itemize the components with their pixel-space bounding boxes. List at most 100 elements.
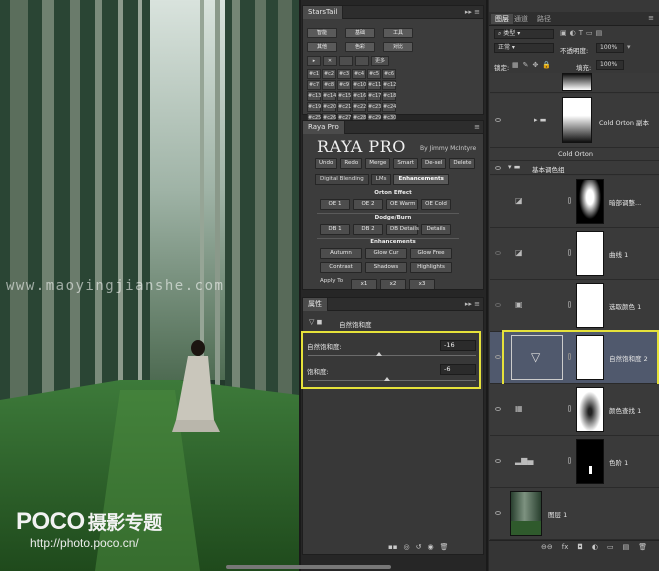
adjustment-icon[interactable]: ◐ — [592, 543, 598, 551]
panel-menu-icon[interactable]: ▸▸ ≡ — [465, 8, 480, 16]
vibrance-slider-thumb[interactable] — [375, 352, 382, 356]
saturation-slider-track[interactable] — [308, 380, 476, 381]
st-grid-button[interactable]: #c5 — [367, 69, 381, 79]
st-grid-button[interactable]: #c2 — [322, 69, 336, 79]
filter-icons[interactable]: ▣◐T▭▤ — [560, 29, 605, 37]
apply-x2-button[interactable]: x2 — [380, 279, 406, 289]
oe2-button[interactable]: OE 2 — [353, 199, 383, 210]
mask-icon[interactable]: ◘ — [577, 543, 583, 551]
st-grid-button[interactable]: #c8 — [322, 80, 336, 90]
vibrance-slider-track[interactable] — [308, 355, 476, 356]
layer-row-cold-orton[interactable]: Cold Orton — [490, 148, 659, 161]
tab-channels[interactable]: 通道 — [514, 14, 528, 24]
st-grid-button[interactable]: #c6 — [382, 69, 396, 79]
opacity-chevron-icon[interactable]: ▾ — [627, 43, 631, 51]
layer-filter-select[interactable]: ⌕ 类型 ▾ — [494, 29, 554, 39]
st-grid-button[interactable]: #c11 — [367, 80, 381, 90]
folder-icon[interactable]: ▸ ▬ — [534, 116, 546, 124]
tab-enhancements[interactable]: Enhancements — [393, 174, 449, 185]
eye-icon[interactable] — [495, 511, 501, 515]
layer-row-pixel[interactable]: 图层 1 — [490, 488, 659, 540]
layer-row-partial[interactable] — [490, 73, 659, 93]
horizontal-scrollbar[interactable] — [226, 565, 391, 569]
new-layer-icon[interactable]: ▤ — [623, 543, 630, 551]
tab-lms[interactable]: LMs — [370, 174, 392, 185]
st-btn-close[interactable]: ✕ — [323, 56, 337, 66]
st-grid-button[interactable]: #c19 — [307, 102, 321, 112]
folder-open-icon[interactable]: ▾ ▬ — [508, 163, 520, 171]
contrast-button[interactable]: Contrast — [320, 262, 362, 273]
delete-button[interactable]: Delete — [449, 158, 476, 169]
oe-warm-button[interactable]: OE Warm — [386, 199, 418, 210]
desel-button[interactable]: De-sel — [421, 158, 447, 169]
st-grid-button[interactable]: #c14 — [322, 91, 336, 101]
glow-free-button[interactable]: Glow Free — [410, 248, 452, 259]
highlights-button[interactable]: Highlights — [410, 262, 452, 273]
st-btn-play[interactable]: ▸ — [307, 56, 321, 66]
st-grid-button[interactable]: #c1 — [307, 69, 321, 79]
vibrance-field[interactable]: -16 — [440, 340, 476, 351]
st-btn-other[interactable]: 其他 — [307, 42, 337, 52]
oe1-button[interactable]: OE 1 — [320, 199, 350, 210]
st-grid-button[interactable]: #c9 — [337, 80, 351, 90]
eye-icon[interactable] — [495, 118, 501, 122]
st-grid-button[interactable]: #c3 — [337, 69, 351, 79]
eye-icon[interactable] — [495, 251, 501, 255]
st-grid-button[interactable]: #c7 — [307, 80, 321, 90]
apply-x1-button[interactable]: x1 — [351, 279, 377, 289]
db-details-button[interactable]: DB Details — [386, 224, 419, 235]
st-btn-contrast[interactable]: 对比 — [383, 42, 413, 52]
smart-button[interactable]: Smart — [393, 158, 419, 169]
folder-icon[interactable]: ▭ — [607, 543, 614, 551]
eye-icon[interactable] — [495, 407, 501, 411]
st-btn-blank1[interactable] — [339, 56, 353, 66]
st-grid-button[interactable]: #c20 — [322, 102, 336, 112]
st-grid-button[interactable]: #c4 — [352, 69, 366, 79]
layers-menu-icon[interactable]: ≡ — [648, 14, 654, 22]
db1-button[interactable]: DB 1 — [320, 224, 350, 235]
tab-paths[interactable]: 路径 — [537, 14, 551, 24]
tab-starstail[interactable]: StarsTail — [303, 6, 344, 19]
st-btn-more[interactable]: 更多 — [371, 56, 389, 66]
panel-menu-icon[interactable]: ≡ — [474, 123, 480, 131]
eye-icon[interactable] — [495, 459, 501, 463]
st-grid-button[interactable]: #c12 — [382, 80, 396, 90]
details-button[interactable]: Details — [421, 224, 451, 235]
view-icon[interactable]: ◎ — [404, 543, 410, 551]
redo-button[interactable]: Redo — [340, 158, 363, 169]
eye-icon[interactable] — [495, 166, 501, 170]
tab-raya-pro[interactable]: Raya Pro — [303, 121, 345, 134]
glow-cur-button[interactable]: Glow Cur — [365, 248, 407, 259]
photo-canvas[interactable]: www.maoyingjianshe.com POCO 摄影专题 http://p… — [0, 0, 299, 571]
st-grid-button[interactable]: #c15 — [337, 91, 351, 101]
st-grid-button[interactable]: #c21 — [337, 102, 351, 112]
panel-menu-icon[interactable]: ▸▸ ≡ — [465, 300, 480, 308]
link-layers-icon[interactable]: ⊖⊖ — [541, 543, 553, 551]
tab-properties[interactable]: 属性 — [303, 298, 328, 311]
layer-row-curves[interactable]: ◪ 曲线 1 — [490, 228, 659, 280]
merge-button[interactable]: Merge — [365, 158, 391, 169]
undo-button[interactable]: Undo — [315, 158, 338, 169]
st-grid-button[interactable]: #c13 — [307, 91, 321, 101]
layer-row-shadow-adjust[interactable]: ◪ 暗部调整... — [490, 176, 659, 228]
st-btn-blank2[interactable] — [355, 56, 369, 66]
shadows-button[interactable]: Shadows — [365, 262, 407, 273]
delete-icon[interactable]: 🗑 — [440, 543, 449, 551]
layer-row-selective-color[interactable]: ▣ 选取颜色 1 — [490, 280, 659, 332]
st-grid-button[interactable]: #c24 — [382, 102, 396, 112]
layer-row-cold-orton-copy[interactable]: ▸ ▬ Cold Orton 副本 — [490, 94, 659, 148]
eye-icon[interactable] — [495, 303, 501, 307]
layer-row-color-lookup[interactable]: ▦ 颜色查找 1 — [490, 384, 659, 436]
st-grid-button[interactable]: #c17 — [367, 91, 381, 101]
st-grid-button[interactable]: #c18 — [382, 91, 396, 101]
st-grid-button[interactable]: #c10 — [352, 80, 366, 90]
st-grid-button[interactable]: #c16 — [352, 91, 366, 101]
layer-row-levels[interactable]: ▂▆▄ 色阶 1 — [490, 436, 659, 488]
st-btn-color[interactable]: 色彩 — [345, 42, 375, 52]
layer-row-basic-group[interactable]: ▾ ▬ 基本调色组 — [490, 161, 659, 175]
db2-button[interactable]: DB 2 — [353, 224, 383, 235]
st-btn-tools[interactable]: 工具 — [383, 28, 413, 38]
tab-layers[interactable]: 图层 — [491, 14, 513, 24]
opacity-field[interactable]: 100% — [596, 43, 624, 53]
st-btn-smart[interactable]: 智能 — [307, 28, 337, 38]
